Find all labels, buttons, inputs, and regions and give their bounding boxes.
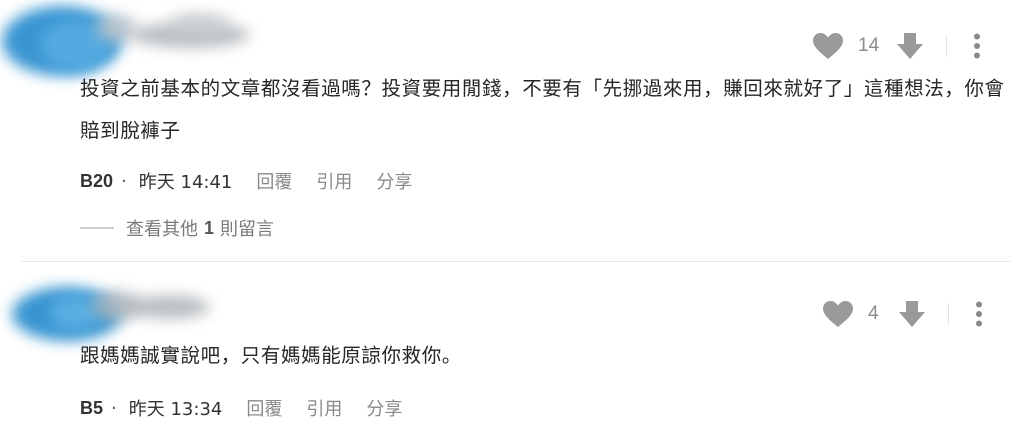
- comment-meta: B20 · 昨天 14:41 回覆 引用 分享: [80, 168, 412, 194]
- action-separator: [948, 303, 949, 325]
- comment-meta: B5 · 昨天 13:34 回覆 引用 分享: [80, 395, 402, 421]
- share-button[interactable]: 分享: [366, 395, 402, 421]
- view-more-count: 1: [204, 217, 215, 238]
- reply-button[interactable]: 回覆: [256, 168, 292, 194]
- action-separator: [946, 35, 947, 57]
- floor-number: B20: [80, 170, 114, 191]
- arrow-down-icon[interactable]: [898, 300, 926, 328]
- comment-time: 昨天 14:41: [138, 172, 233, 193]
- comment: 14 投資之前基本的文章都沒看過嗎？投資要用閒錢，不要有「先挪過來用，賺回來就好…: [0, 0, 1024, 262]
- floor-number: B5: [80, 397, 104, 418]
- comment-actions: 4: [822, 300, 983, 328]
- arrow-down-icon[interactable]: [896, 32, 924, 60]
- comment-text: 跟媽媽誠實說吧，只有媽媽能原諒你救你。: [80, 344, 462, 367]
- view-more-suffix: 則留言: [220, 219, 275, 240]
- share-button[interactable]: 分享: [376, 168, 412, 194]
- view-more-replies-button[interactable]: 查看其他 1 則留言: [80, 215, 274, 241]
- meta-separator: ·: [121, 170, 127, 192]
- comment: 4 跟媽媽誠實說吧，只有媽媽能原諒你救你。 B5 · 昨天 13:34 回覆 引…: [0, 263, 1024, 428]
- view-more-prefix: 查看其他: [126, 219, 198, 240]
- quote-button[interactable]: 引用: [306, 395, 342, 421]
- view-more-line: [80, 227, 114, 229]
- heart-icon[interactable]: [812, 32, 844, 60]
- quote-button[interactable]: 引用: [316, 168, 352, 194]
- reply-button[interactable]: 回覆: [246, 395, 282, 421]
- comment-divider: [22, 261, 1010, 262]
- meta-separator: ·: [111, 397, 117, 419]
- more-vertical-icon[interactable]: [973, 33, 981, 59]
- like-count: 4: [868, 303, 879, 324]
- comment-text: 投資之前基本的文章都沒看過嗎？投資要用閒錢，不要有「先挪過來用，賺回來就好了」這…: [80, 77, 1005, 142]
- heart-icon[interactable]: [822, 300, 854, 328]
- like-count: 14: [858, 35, 880, 56]
- more-vertical-icon[interactable]: [975, 301, 983, 327]
- comment-time: 昨天 13:34: [128, 399, 223, 420]
- comment-actions: 14: [812, 32, 981, 60]
